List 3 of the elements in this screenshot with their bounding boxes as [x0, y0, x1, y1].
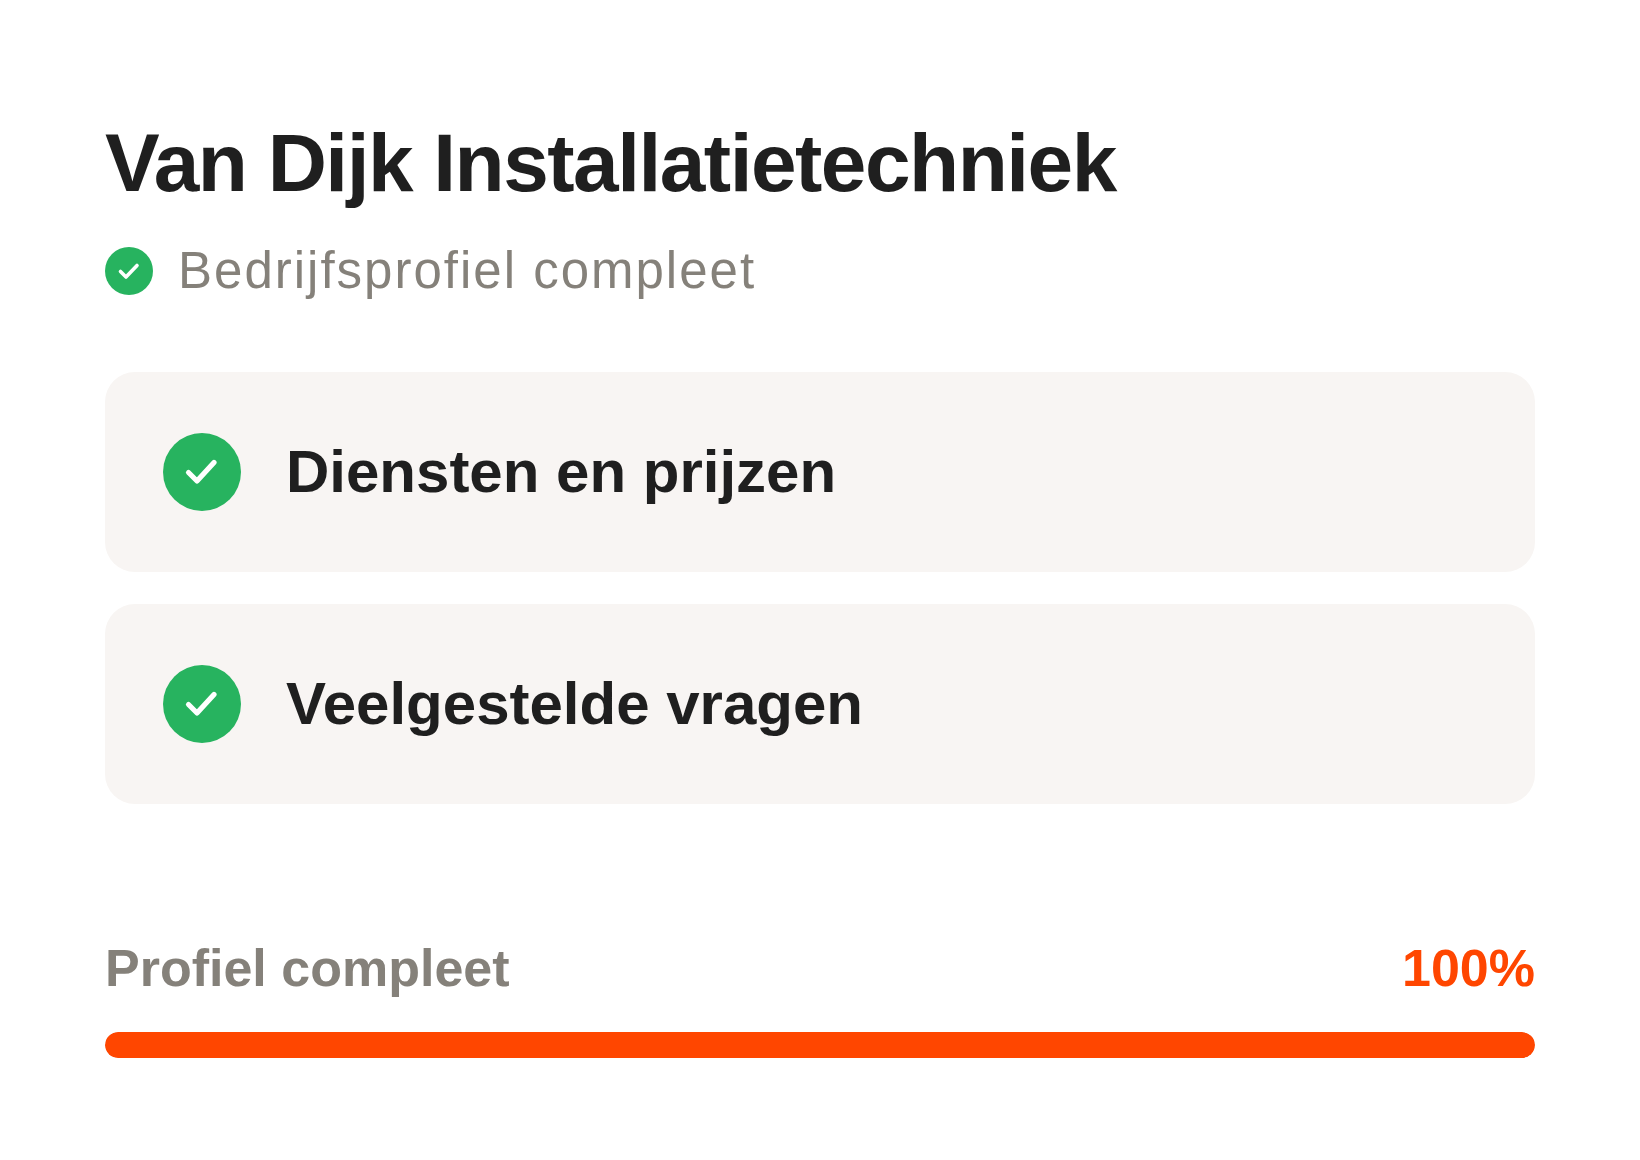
- progress-percentage: 100%: [1402, 942, 1535, 994]
- section-title: Veelgestelde vragen: [286, 674, 863, 734]
- section-title: Diensten en prijzen: [286, 442, 837, 502]
